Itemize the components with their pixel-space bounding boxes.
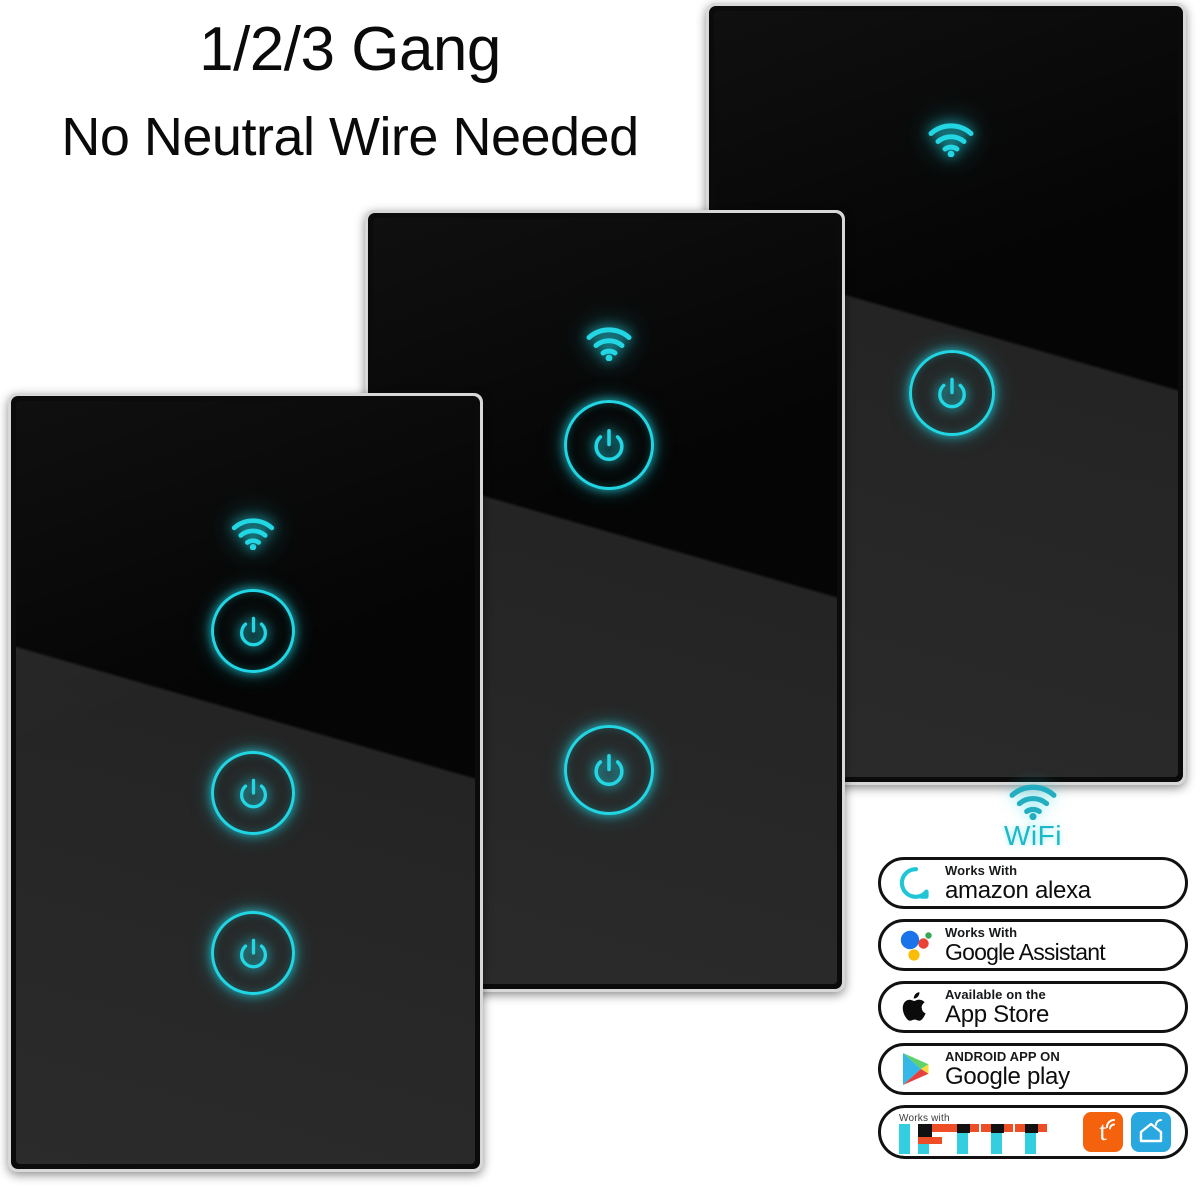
compatibility-badge-column: WiFi Works With amazon alexa Works With … [878, 784, 1188, 1169]
wifi-icon [928, 123, 974, 157]
amazon-alexa-icon [895, 862, 937, 904]
badge-subtitle: Works With [945, 862, 1018, 878]
badge-amazon-alexa[interactable]: Works With amazon alexa [878, 857, 1188, 909]
tuya-icon: t [1083, 1112, 1123, 1152]
badge-text: Available on the App Store [945, 988, 1049, 1027]
panel-glass-face [16, 401, 475, 1164]
wifi-icon [231, 518, 275, 550]
wifi-label: WiFi [1004, 820, 1062, 851]
apple-icon [895, 986, 937, 1028]
badge-subtitle: ANDROID APP ON [945, 1048, 1060, 1064]
power-icon[interactable] [211, 751, 295, 835]
wifi-header: WiFi [878, 784, 1188, 851]
badge-title: Google Assistant [945, 939, 1106, 965]
badge-text: ANDROID APP ON Google play [945, 1050, 1070, 1089]
wifi-icon [586, 327, 632, 361]
headline-no-neutral-wire: No Neutral Wire Needed [61, 107, 639, 167]
badge-title: App Store [945, 1000, 1050, 1028]
power-icon[interactable] [211, 911, 295, 995]
badge-subtitle: Works With [945, 925, 1018, 940]
badge-text: Works With amazon alexa [945, 864, 1091, 903]
ifttt-wordmark-icon [899, 1118, 1059, 1154]
google-assistant-icon [895, 924, 937, 966]
panel-bezel [11, 396, 480, 1169]
headline-gang-count: 1/2/3 Gang [199, 15, 501, 84]
google-play-icon [895, 1048, 937, 1090]
badge-google-play[interactable]: ANDROID APP ON Google play [878, 1043, 1188, 1095]
badge-ifttt-tuya-smartlife[interactable]: Works with t [878, 1105, 1188, 1159]
badge-text: Works With Google Assistant [945, 925, 1106, 965]
power-icon[interactable] [564, 400, 654, 490]
badge-app-store[interactable]: Available on the App Store [878, 981, 1188, 1033]
badge-subtitle: Available on the [945, 986, 1046, 1002]
badge-title: Google play [945, 1062, 1070, 1090]
power-icon[interactable] [909, 350, 995, 436]
power-icon[interactable] [211, 589, 295, 673]
three-gang-switch-panel[interactable] [8, 393, 483, 1172]
badge-google-assistant[interactable]: Works With Google Assistant [878, 919, 1188, 971]
smart-life-icon [1131, 1112, 1171, 1152]
product-image-canvas: 1/2/3 Gang No Neutral Wire Needed WiFi W… [0, 0, 1200, 1200]
power-icon[interactable] [564, 725, 654, 815]
wifi-icon [1009, 784, 1057, 820]
badge-title: amazon alexa [945, 876, 1091, 904]
